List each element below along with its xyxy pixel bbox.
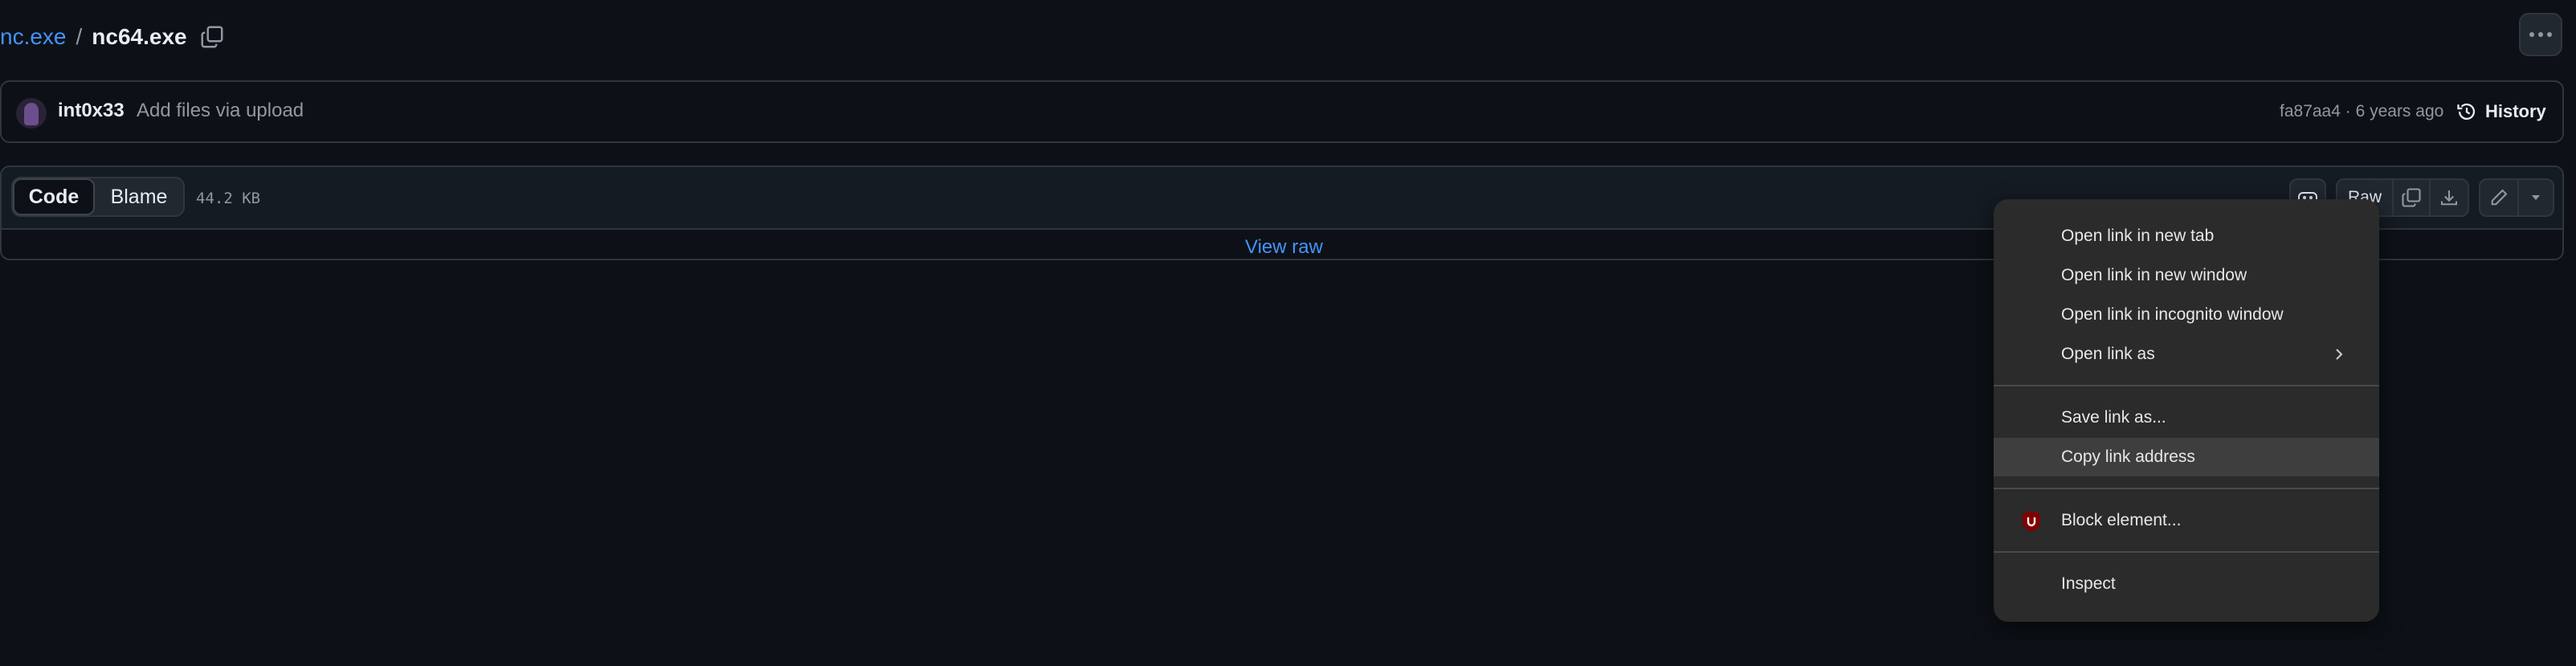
- breadcrumb-parent-link[interactable]: nc.exe: [0, 24, 67, 50]
- menu-item-label: Inspect: [2061, 574, 2116, 593]
- menu-item-label: Open link in new window: [2061, 266, 2247, 284]
- kebab-icon: [2529, 32, 2552, 37]
- menu-item-label: Open link in incognito window: [2061, 305, 2284, 324]
- view-mode-toggle: Code Blame: [11, 177, 185, 217]
- menu-item-label: Copy link address: [2061, 447, 2195, 466]
- edit-options-button[interactable]: [2517, 178, 2554, 217]
- menu-copy-link-address[interactable]: Copy link address: [1994, 438, 2379, 476]
- menu-open-new-window[interactable]: Open link in new window: [1994, 256, 2379, 295]
- menu-item-label: Open link as: [2061, 345, 2155, 363]
- menu-open-link-as[interactable]: Open link as: [1994, 335, 2379, 374]
- ublock-origin-icon: [2023, 511, 2040, 532]
- breadcrumb: nc.exe / nc64.exe: [0, 21, 226, 53]
- download-button[interactable]: [2429, 178, 2469, 217]
- commit-author-link[interactable]: int0x33: [58, 100, 125, 122]
- history-icon: [2457, 103, 2476, 121]
- pencil-icon: [2491, 189, 2508, 206]
- code-tab[interactable]: Code: [13, 178, 95, 215]
- view-raw-link[interactable]: View raw: [1245, 236, 1323, 259]
- download-icon: [2440, 190, 2458, 206]
- context-menu: Open link in new tab Open link in new wi…: [1994, 199, 2379, 622]
- menu-save-link-as[interactable]: Save link as...: [1994, 398, 2379, 437]
- copy-path-button[interactable]: [198, 23, 226, 51]
- triangle-down-icon: [2532, 195, 2540, 200]
- history-button[interactable]: History: [2456, 95, 2546, 129]
- breadcrumb-separator: /: [76, 24, 83, 49]
- menu-divider: [1994, 551, 2379, 553]
- copy-raw-button[interactable]: [2392, 178, 2431, 217]
- menu-block-element[interactable]: Block element...: [1994, 501, 2379, 540]
- commit-meta[interactable]: fa87aa4 · 6 years ago: [2280, 102, 2443, 121]
- copy-icon: [201, 26, 223, 48]
- menu-item-label: Open link in new tab: [2061, 227, 2215, 245]
- latest-commit-bar: int0x33 Add files via upload fa87aa4 · 6…: [0, 80, 2564, 143]
- breadcrumb-current-file: nc64.exe: [92, 24, 187, 49]
- blame-tab[interactable]: Blame: [95, 178, 183, 215]
- menu-open-incognito[interactable]: Open link in incognito window: [1994, 296, 2379, 334]
- history-label: History: [2485, 101, 2546, 121]
- menu-divider: [1994, 385, 2379, 386]
- copy-icon: [2402, 188, 2421, 207]
- commit-message-link[interactable]: Add files via upload: [137, 100, 304, 122]
- edit-file-button[interactable]: [2479, 178, 2519, 217]
- menu-item-label: Block element...: [2061, 511, 2182, 529]
- chevron-right-icon: [2336, 349, 2343, 360]
- file-size: 44.2 KB: [196, 190, 261, 207]
- menu-item-label: Save link as...: [2061, 408, 2166, 427]
- avatar[interactable]: [16, 98, 47, 129]
- menu-inspect[interactable]: Inspect: [1994, 565, 2379, 603]
- menu-open-new-tab[interactable]: Open link in new tab: [1994, 217, 2379, 255]
- menu-divider: [1994, 488, 2379, 489]
- more-options-button[interactable]: [2519, 13, 2562, 56]
